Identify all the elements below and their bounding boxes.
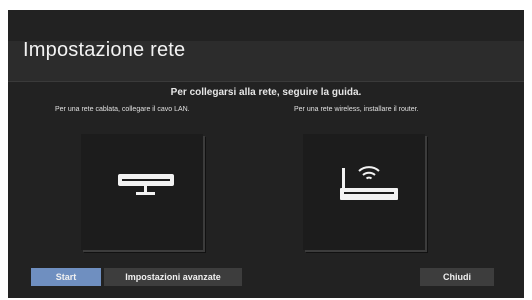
wired-modem-icon bbox=[118, 174, 174, 195]
advanced-settings-button[interactable]: Impostazioni avanzate bbox=[104, 268, 242, 286]
wireless-router-icon bbox=[340, 166, 398, 200]
wireless-option-card bbox=[303, 134, 425, 250]
start-button[interactable]: Start bbox=[31, 268, 101, 286]
page-title: Impostazione rete bbox=[23, 39, 186, 61]
network-setup-screen: Impostazione rete Per collegarsi alla re… bbox=[8, 10, 524, 298]
wireless-instruction: Per una rete wireless, installare il rou… bbox=[294, 106, 419, 113]
wired-option-card bbox=[81, 134, 203, 250]
close-button[interactable]: Chiudi bbox=[420, 268, 494, 286]
main-instruction: Per collegarsi alla rete, seguire la gui… bbox=[170, 87, 362, 98]
wired-instruction: Per una rete cablata, collegare il cavo … bbox=[55, 106, 190, 113]
